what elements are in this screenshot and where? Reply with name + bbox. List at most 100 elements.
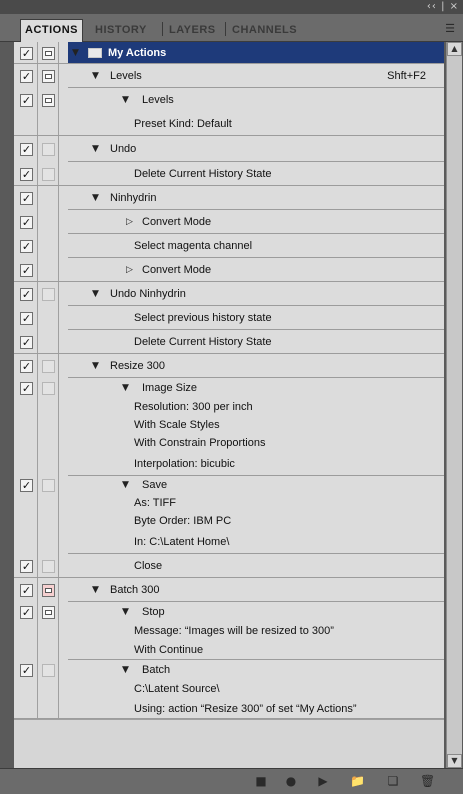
action-row[interactable]: ✓ ▼ Levels Shft+F2 (14, 64, 444, 88)
scroll-up-icon[interactable]: ▲ (447, 42, 462, 56)
command-detail-row[interactable]: With Constrain Proportions (14, 434, 444, 452)
command-row[interactable]: ✓ ▼ Batch (14, 660, 444, 680)
expand-triangle-icon[interactable]: ▼ (92, 144, 99, 154)
command-row[interactable]: ✓ ▼ Levels (14, 88, 444, 112)
toggle-dialog-icon[interactable] (42, 479, 55, 492)
toggle-item-checkbox[interactable]: ✓ (20, 70, 33, 83)
command-name: Convert Mode (142, 264, 212, 276)
action-row[interactable]: ✓ ▼ Batch 300 (14, 578, 444, 602)
scrollbar[interactable]: ▲ ▼ (446, 42, 462, 768)
tab-channels[interactable]: CHANNELS (232, 20, 297, 41)
toggle-dialog-icon[interactable] (42, 94, 55, 107)
toggle-item-checkbox[interactable]: ✓ (20, 360, 33, 373)
window-controls[interactable]: ‹‹ | × (427, 1, 459, 12)
command-detail-row[interactable]: Preset Kind: Default (14, 112, 444, 136)
command-row[interactable]: ✓ Select previous history state (14, 306, 444, 330)
toggle-item-checkbox[interactable]: ✓ (20, 664, 33, 677)
toggle-item-checkbox[interactable]: ✓ (20, 479, 33, 492)
toggle-item-checkbox[interactable]: ✓ (20, 168, 33, 181)
toggle-dialog-icon[interactable] (42, 560, 55, 573)
toggle-item-checkbox[interactable]: ✓ (20, 216, 33, 229)
command-name: Save (142, 479, 168, 491)
expand-triangle-icon[interactable]: ▼ (92, 585, 99, 595)
expand-triangle-icon[interactable]: ▼ (92, 361, 99, 371)
command-name: Levels (142, 94, 174, 106)
expand-triangle-icon[interactable]: ▼ (122, 607, 129, 617)
command-row[interactable]: ✓ Select magenta channel (14, 234, 444, 258)
command-detail-row[interactable]: Resolution: 300 per inch (14, 398, 444, 416)
toggle-item-checkbox[interactable]: ✓ (20, 382, 33, 395)
command-row[interactable]: ✓ Close (14, 554, 444, 578)
command-detail-row[interactable]: Byte Order: IBM PC (14, 512, 444, 530)
command-detail-row[interactable]: With Scale Styles (14, 416, 444, 434)
command-detail-row[interactable]: Using: action “Resize 300” of set “My Ac… (14, 698, 444, 719)
command-row[interactable]: ✓ Delete Current History State (14, 330, 444, 354)
command-row[interactable]: ✓ ▼ Stop (14, 602, 444, 622)
toggle-dialog-icon[interactable] (42, 143, 55, 156)
expand-triangle-icon[interactable]: ▼ (92, 289, 99, 299)
new-set-icon[interactable]: 📁 (350, 774, 365, 788)
delete-icon[interactable]: 🗑 (420, 774, 435, 788)
new-action-icon[interactable]: ❏ (386, 774, 400, 788)
expand-triangle-icon[interactable]: ▼ (92, 71, 99, 81)
actions-toolbar: ■ ● ▶ 📁 ❏ 🗑 (0, 768, 463, 794)
command-detail-row[interactable]: As: TIFF (14, 494, 444, 512)
expand-triangle-icon[interactable]: ▼ (122, 480, 129, 490)
toggle-dialog-icon[interactable] (42, 47, 55, 60)
toggle-dialog-icon[interactable] (42, 168, 55, 181)
toggle-item-checkbox[interactable]: ✓ (20, 143, 33, 156)
panel-menu-icon[interactable]: ☰ (443, 23, 457, 35)
command-name: Batch (142, 664, 171, 676)
toggle-dialog-icon[interactable] (42, 382, 55, 395)
expand-triangle-icon[interactable]: ▼ (72, 48, 79, 58)
toggle-item-checkbox[interactable]: ✓ (20, 94, 33, 107)
command-detail: As: TIFF (134, 497, 176, 509)
toggle-dialog-icon[interactable] (42, 606, 55, 619)
toggle-dialog-icon[interactable] (42, 70, 55, 83)
expand-triangle-icon[interactable]: ▼ (122, 95, 129, 105)
toggle-dialog-icon[interactable] (42, 360, 55, 373)
record-icon[interactable]: ● (284, 774, 298, 788)
collapsed-triangle-icon[interactable]: ▷ (126, 217, 133, 227)
command-row[interactable]: ✓ ▷ Convert Mode (14, 210, 444, 234)
action-name: Resize 300 (110, 360, 166, 372)
expand-triangle-icon[interactable]: ▼ (122, 383, 129, 393)
tab-history[interactable]: HISTORY (95, 20, 147, 41)
command-detail-row[interactable]: Interpolation: bicubic (14, 452, 444, 476)
toggle-item-checkbox[interactable]: ✓ (20, 606, 33, 619)
command-row[interactable]: ✓ ▷ Convert Mode (14, 258, 444, 282)
toggle-item-checkbox[interactable]: ✓ (20, 240, 33, 253)
tab-separator (162, 22, 163, 36)
toggle-dialog-icon[interactable] (42, 288, 55, 301)
expand-triangle-icon[interactable]: ▼ (92, 193, 99, 203)
action-row[interactable]: ✓ ▼ Undo Ninhydrin (14, 282, 444, 306)
toggle-item-checkbox[interactable]: ✓ (20, 584, 33, 597)
action-row[interactable]: ✓ ▼ Undo (14, 136, 444, 162)
command-detail-row[interactable]: With Continue (14, 640, 444, 660)
toggle-item-checkbox[interactable]: ✓ (20, 264, 33, 277)
play-icon[interactable]: ▶ (316, 774, 330, 788)
command-row[interactable]: ✓ ▼ Image Size (14, 378, 444, 398)
toggle-dialog-icon[interactable] (42, 584, 55, 597)
command-detail-row[interactable]: In: C:\Latent Home\ (14, 530, 444, 554)
tab-actions[interactable]: ACTIONS (20, 19, 83, 42)
command-detail-row[interactable]: C:\Latent Source\ (14, 680, 444, 698)
tab-layers[interactable]: LAYERS (169, 20, 216, 41)
collapsed-triangle-icon[interactable]: ▷ (126, 265, 133, 275)
toggle-item-checkbox[interactable]: ✓ (20, 560, 33, 573)
toggle-item-checkbox[interactable]: ✓ (20, 47, 33, 60)
command-row[interactable]: ✓ ▼ Save (14, 476, 444, 494)
action-row[interactable]: ✓ ▼ Ninhydrin (14, 186, 444, 210)
toggle-dialog-icon[interactable] (42, 664, 55, 677)
action-set-row[interactable]: ✓ ▼ My Actions (14, 42, 444, 64)
action-row[interactable]: ✓ ▼ Resize 300 (14, 354, 444, 378)
command-row[interactable]: ✓ Delete Current History State (14, 162, 444, 186)
toggle-item-checkbox[interactable]: ✓ (20, 336, 33, 349)
expand-triangle-icon[interactable]: ▼ (122, 665, 129, 675)
toggle-item-checkbox[interactable]: ✓ (20, 192, 33, 205)
scroll-down-icon[interactable]: ▼ (447, 754, 462, 768)
toggle-item-checkbox[interactable]: ✓ (20, 288, 33, 301)
stop-icon[interactable]: ■ (254, 774, 268, 788)
toggle-item-checkbox[interactable]: ✓ (20, 312, 33, 325)
command-detail-row[interactable]: Message: “Images will be resized to 300” (14, 622, 444, 640)
